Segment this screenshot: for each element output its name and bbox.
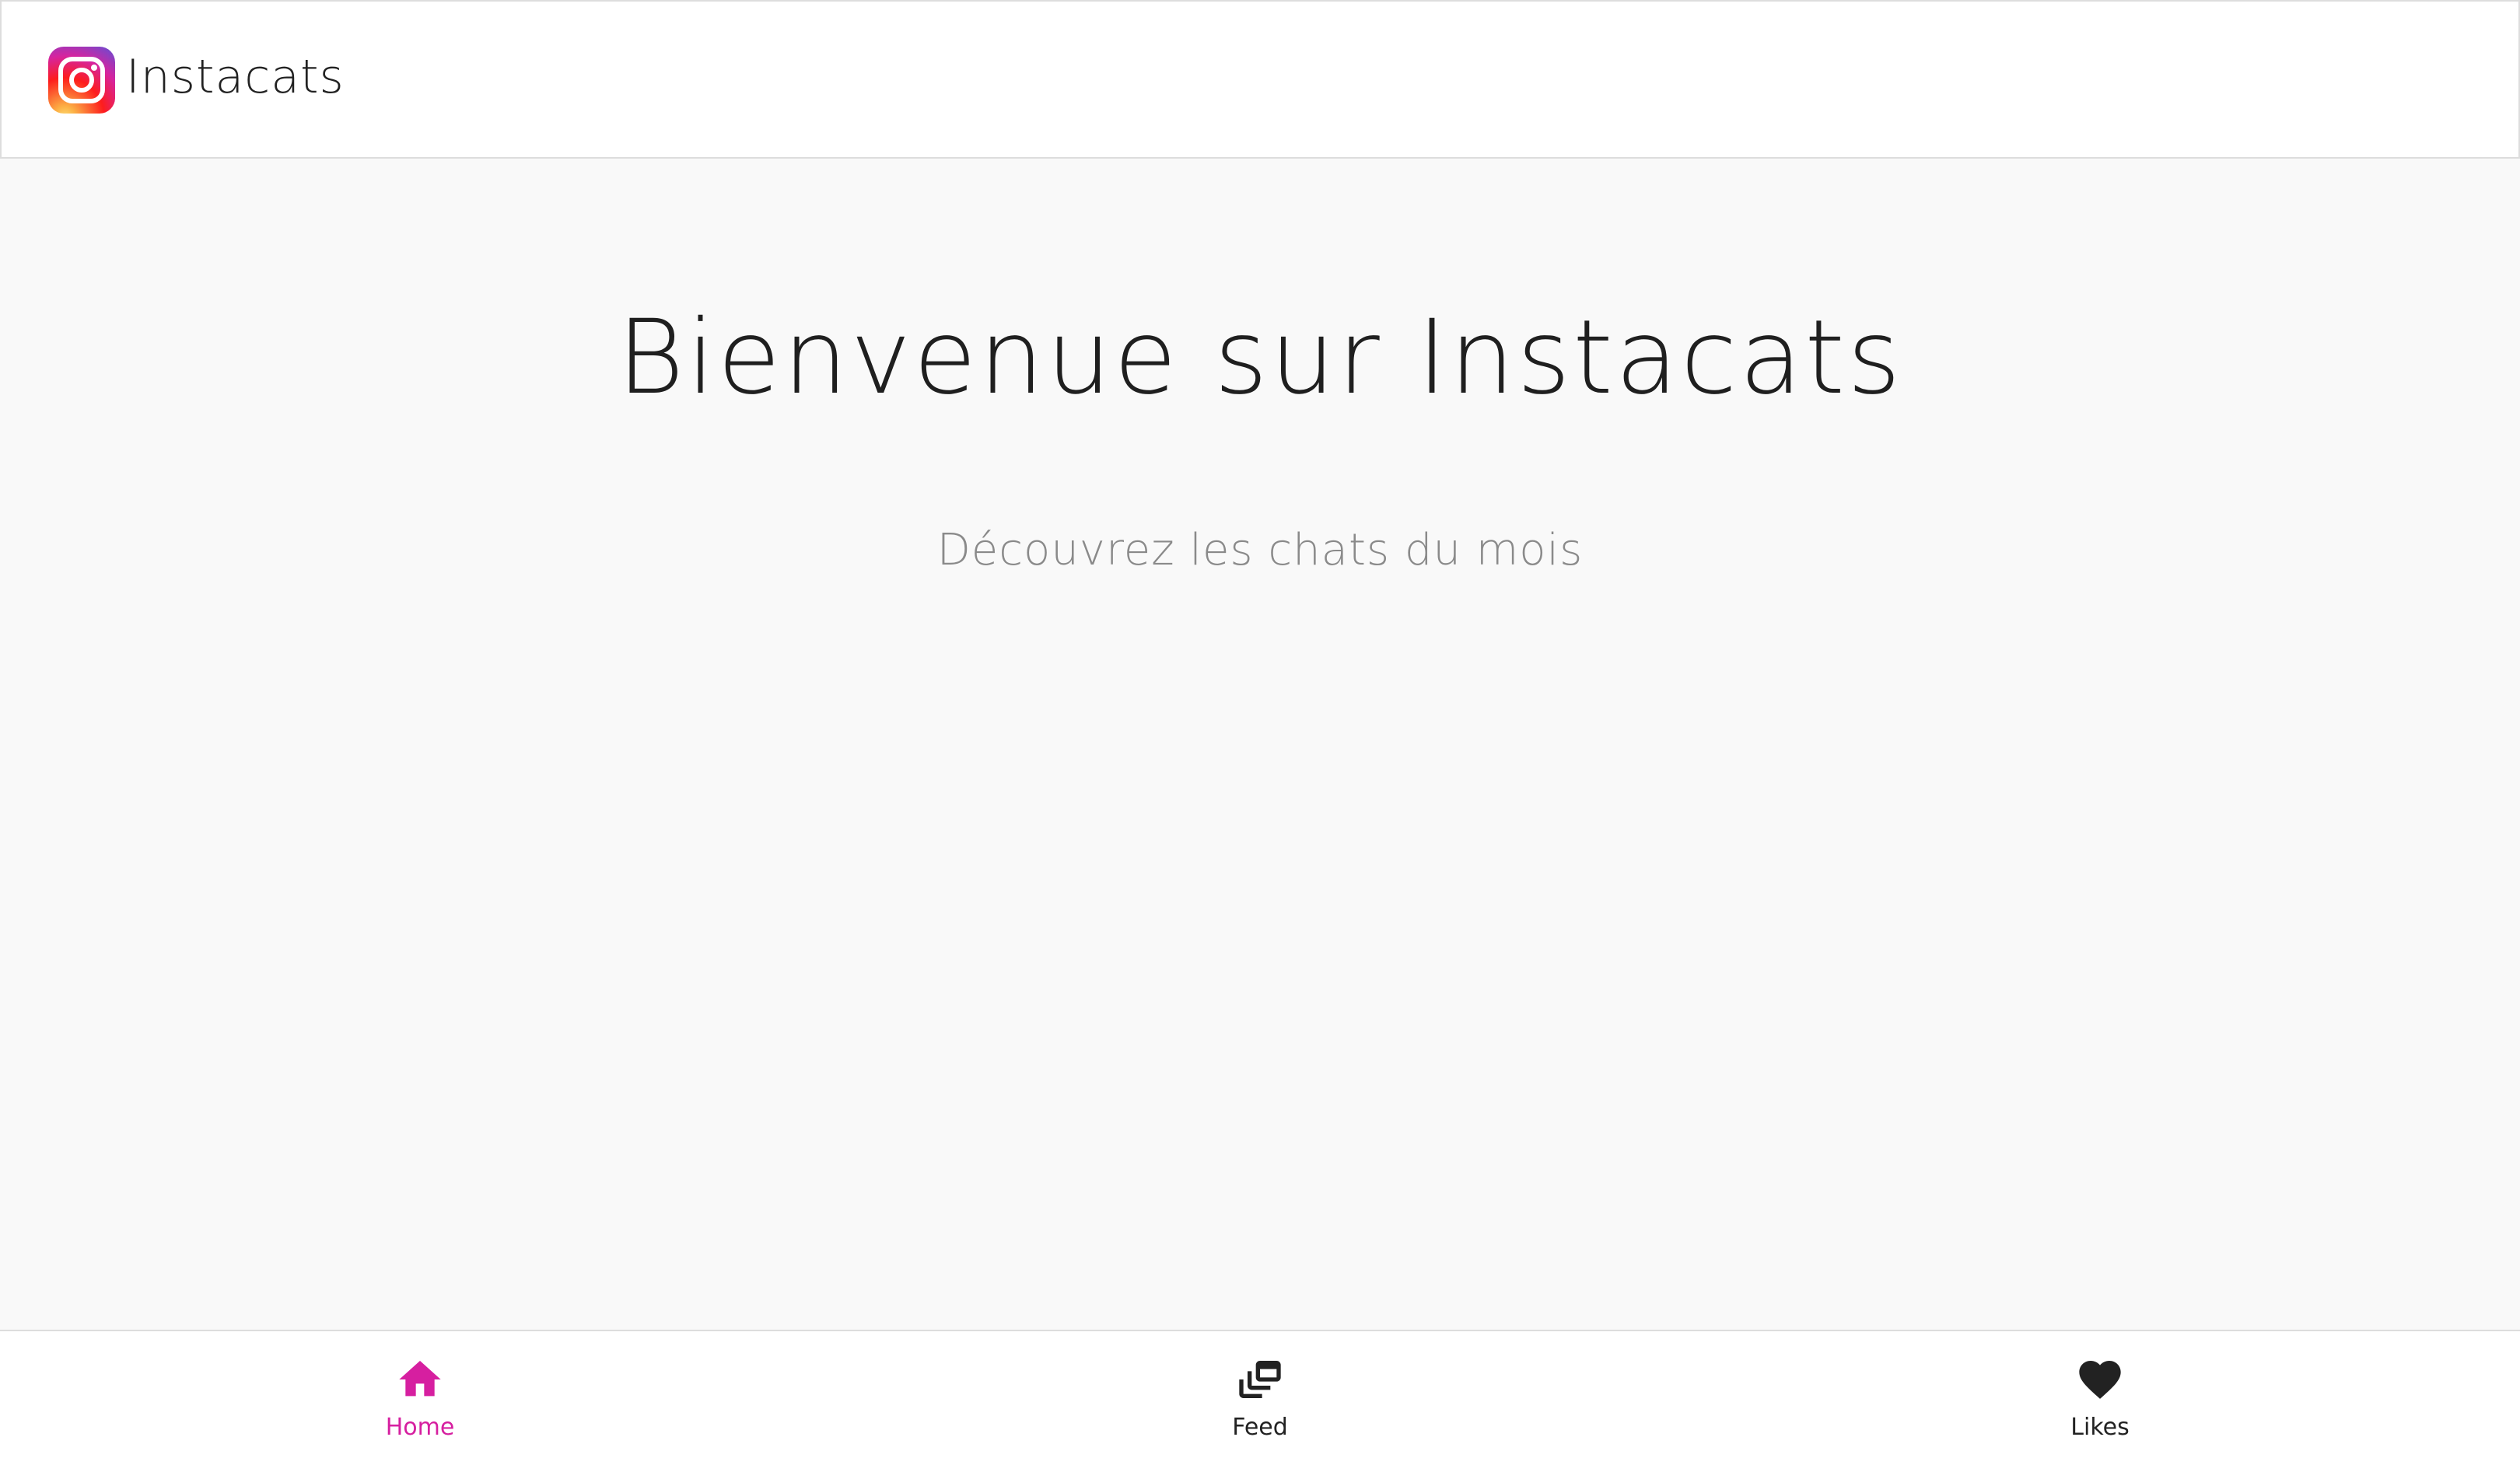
nav-label-feed: Feed (1232, 1414, 1288, 1441)
app-header: Instacats (0, 0, 2520, 159)
nav-label-home: Home (385, 1414, 455, 1441)
nav-item-feed[interactable]: Feed (840, 1331, 1680, 1458)
app-title: Instacats (126, 50, 345, 104)
page-subtitle: Découvrez les chats du mois (936, 525, 1584, 575)
home-icon (399, 1361, 441, 1397)
instagram-logo-icon[interactable] (48, 47, 115, 114)
page-title: Bienvenue sur Instacats (617, 298, 1903, 418)
nav-item-home[interactable]: Home (0, 1331, 840, 1458)
heart-icon (2079, 1361, 2121, 1399)
nav-label-likes: Likes (2070, 1414, 2130, 1441)
nav-item-likes[interactable]: Likes (1680, 1331, 2520, 1458)
bottom-navigation: Home Feed Likes (0, 1330, 2520, 1458)
dynamic-feed-icon (1239, 1361, 1281, 1398)
